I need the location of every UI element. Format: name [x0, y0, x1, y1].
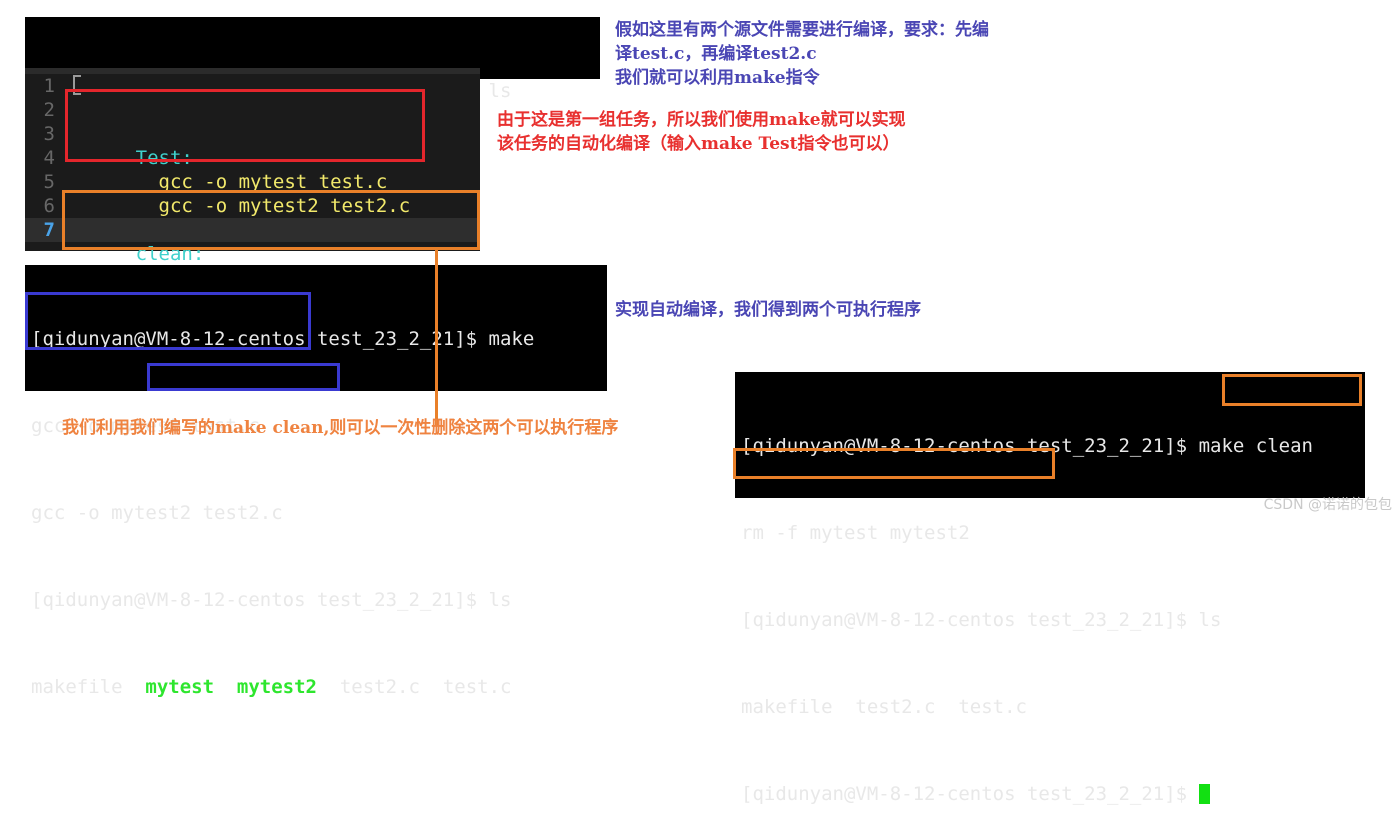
annotation-make-explain: 由于这是第一组任务，所以我们使用make就可以实现 该任务的自动化编译（输入ma…: [497, 110, 906, 154]
make-clean-command: make clean: [1198, 435, 1313, 457]
editor-line-6[interactable]: 6 clean:: [25, 194, 480, 265]
editor-body[interactable]: 1 2 Test: 3 gcc -o mytest test.c 4 gcc -…: [25, 74, 480, 289]
terminal-line-prompt-idle: [qidunyan@VM-8-12-centos test_23_2_21]$: [741, 780, 1359, 809]
terminal-line-make-cmd: [qidunyan@VM-8-12-centos test_23_2_21]$ …: [31, 328, 535, 350]
line-number: 2: [43, 99, 55, 121]
text-caret-icon: [73, 75, 81, 95]
editor-line-7[interactable]: 7 rm -f mytest mytest2: [25, 218, 480, 289]
terminal-line-rm-output: rm -f mytest mytest2: [741, 522, 970, 544]
line-number: 1: [43, 75, 55, 97]
editor-line-2[interactable]: 2 Test:: [25, 98, 480, 169]
line-number: 7: [43, 219, 55, 241]
terminal-make-clean[interactable]: [qidunyan@VM-8-12-centos test_23_2_21]$ …: [735, 372, 1365, 805]
terminal-line-make-clean-cmd: [qidunyan@VM-8-12-centos test_23_2_21]$ …: [741, 432, 1359, 461]
makefile-target-clean: clean:: [135, 243, 205, 265]
annotation-clean-explain: 我们利用我们编写的make clean,则可以一次性删除这两个可以执行程序: [62, 418, 619, 438]
csdn-watermark: CSDN @诺诺的包包: [1263, 497, 1392, 513]
ls-output-suffix: test2.c test.c: [316, 676, 512, 698]
ls-output-prefix: makefile: [31, 676, 146, 698]
annotation-intro: 假如这里有两个源文件需要进行编译，要求：先编 译test.c，再编译test2.…: [615, 20, 989, 88]
line-number: 5: [43, 171, 55, 193]
terminal-line-gcc-2: gcc -o mytest2 test2.c: [31, 502, 283, 524]
line-number: 3: [43, 123, 55, 145]
editor-line-4[interactable]: 4 gcc -o mytest2 test2.c: [25, 146, 480, 217]
terminal-cursor: [1198, 784, 1210, 804]
prompt-prefix: [qidunyan@VM-8-12-centos test_23_2_21]$: [741, 435, 1199, 457]
terminal-make[interactable]: [qidunyan@VM-8-12-centos test_23_2_21]$ …: [25, 265, 607, 698]
editor-line-1[interactable]: 1: [25, 74, 480, 98]
terminal-line-ls-cmd: [qidunyan@VM-8-12-centos test_23_2_21]$ …: [31, 589, 512, 611]
editor-line-5[interactable]: 5 .PHONY:clean: [25, 170, 480, 241]
terminal-line-ls-output: makefile mytest mytest2 test2.c test.c: [31, 673, 601, 702]
makefile-editor[interactable]: 1 2 Test: 3 gcc -o mytest test.c 4 gcc -…: [25, 68, 480, 289]
annotation-result: 实现自动编译，我们得到两个可执行程序: [615, 300, 921, 320]
ls-output-executables: mytest mytest2: [145, 676, 317, 698]
line-number: 4: [43, 147, 55, 169]
terminal-line-ls-output-2: makefile test2.c test.c: [741, 696, 1027, 718]
prompt-text: [qidunyan@VM-8-12-centos test_23_2_21]$: [741, 783, 1199, 805]
terminal-line-ls-cmd-2: [qidunyan@VM-8-12-centos test_23_2_21]$ …: [741, 609, 1222, 631]
line-number: 6: [43, 195, 55, 217]
annotation-connector-line: [435, 248, 438, 426]
editor-line-3[interactable]: 3 gcc -o mytest test.c: [25, 122, 480, 193]
